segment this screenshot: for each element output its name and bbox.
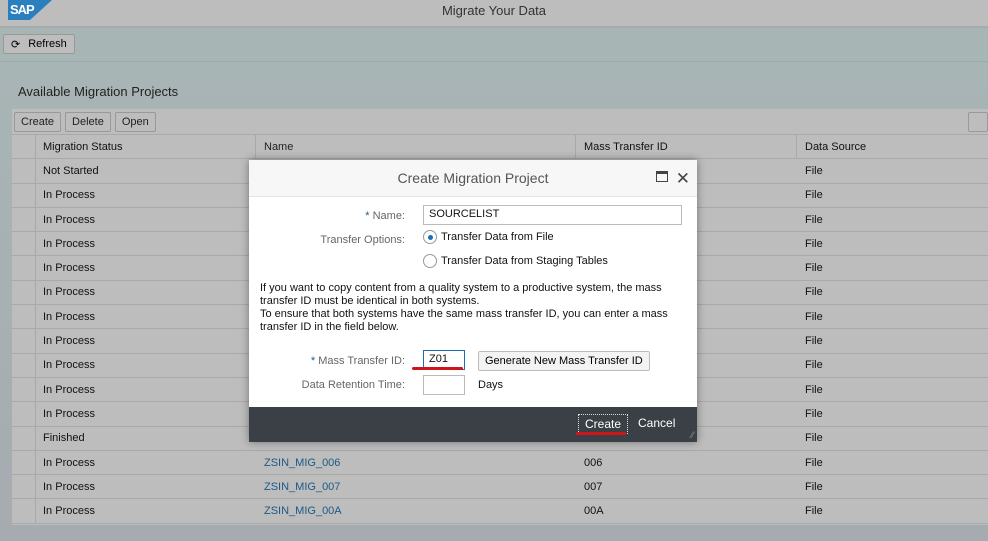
name-link[interactable]: ZSIN_MIG_006 [256,451,576,474]
shell-bar: SAP Migrate Your Data [0,0,988,27]
app-title: Migrate Your Data [441,3,547,18]
data-source-cell: File [805,456,823,469]
row-selector[interactable] [12,377,36,402]
row-selector[interactable] [12,450,36,475]
row-selector[interactable] [12,329,36,353]
row-selector[interactable] [12,499,36,523]
data-source-cell: File [805,432,823,445]
transfer-options-label: Transfer Options: [320,234,405,246]
generate-mass-transfer-id-button[interactable]: Generate New Mass Transfer ID [478,351,650,371]
row-selector[interactable] [12,475,36,499]
col-mass-transfer-id[interactable]: Mass Transfer ID [576,135,797,159]
radio-transfer-staging[interactable]: Transfer Data from Staging Tables [423,254,608,268]
row-selector[interactable] [12,159,36,183]
dialog-cancel-button[interactable]: Cancel [638,416,675,430]
data-source-cell: File [805,164,823,177]
status-cell: In Process [43,335,95,348]
data-source-cell: File [805,213,823,226]
retention-input[interactable] [423,375,465,395]
mass-transfer-id-cell: 00A [584,505,604,518]
status-cell: Not Started [43,164,99,177]
dialog-header: Create Migration Project ✕ [249,160,697,197]
status-cell: In Process [43,359,95,372]
status-cell: In Process [43,407,95,420]
annotation-underline [576,432,626,435]
row-selector[interactable] [12,256,36,280]
radio-transfer-file[interactable]: Transfer Data from File [423,230,554,244]
days-label: Days [478,379,504,391]
data-source-cell: File [805,383,823,396]
row-selector[interactable] [12,426,36,450]
create-button[interactable]: Create [14,112,62,132]
delete-button[interactable]: Delete [65,112,111,132]
resize-handle[interactable]: ⁄⁄ [691,430,694,440]
info-text: If you want to copy content from a quali… [260,282,668,333]
open-button[interactable]: Open [114,112,156,132]
status-cell: In Process [43,213,95,226]
table-row[interactable]: In Process ZSIN_MIG_006 006 File [12,450,988,476]
table-toolbar: Create Delete Open [12,109,988,135]
page-title: Available Migration Projects [18,84,179,99]
data-source-cell: File [805,262,823,275]
dialog-footer: Create Cancel ⁄⁄ [249,407,697,442]
radio-checked-icon [423,230,437,244]
row-selector[interactable] [12,207,36,232]
annotation-underline [412,367,463,370]
create-migration-project-dialog: Create Migration Project ✕ * Name: SOURC… [249,160,697,442]
data-source-cell: File [805,237,823,250]
row-selector[interactable] [12,402,36,426]
name-input[interactable]: SOURCELIST [423,205,682,225]
name-link[interactable]: ZSIN_MIG_00A [256,499,576,522]
status-cell: In Process [43,262,95,275]
data-source-cell: File [805,310,823,323]
status-cell: In Process [43,480,95,493]
data-source-cell: File [805,335,823,348]
page-toolbar: ⟳ Refresh [0,28,988,62]
mass-transfer-id-label: Mass Transfer ID: [318,355,405,367]
name-link[interactable]: ZSIN_MIG_007 [256,475,576,498]
retention-label: Data Retention Time: [301,379,405,391]
dialog-title: Create Migration Project [397,170,549,186]
status-cell: In Process [43,189,95,202]
status-cell: In Process [43,505,95,518]
col-name[interactable]: Name [256,135,576,159]
dialog-create-button[interactable]: Create [578,414,629,434]
data-source-cell: File [805,286,823,299]
status-cell: In Process [43,456,95,469]
status-cell: In Process [43,383,95,396]
row-selector[interactable] [12,183,36,207]
search-icon[interactable] [968,112,988,132]
radio-unchecked-icon [423,254,437,268]
table-header: Migration Status Name Mass Transfer ID D… [12,135,988,160]
data-source-cell: File [805,505,823,518]
table-row[interactable]: In Process ZSIN_MIG_00A 00A File [12,499,988,524]
data-source-cell: File [805,407,823,420]
row-selector[interactable] [12,305,36,329]
select-all[interactable] [12,135,36,159]
col-data-source[interactable]: Data Source [797,141,866,153]
table-row[interactable]: In Process ZSIN_MIG_007 007 File [12,475,988,500]
status-cell: Finished [43,432,85,445]
maximize-icon[interactable] [656,171,668,182]
data-source-cell: File [805,480,823,493]
data-source-cell: File [805,189,823,202]
name-label: Name: [372,210,405,222]
row-selector[interactable] [12,280,36,305]
refresh-icon: ⟳ [11,38,21,51]
row-selector[interactable] [12,232,36,256]
refresh-button[interactable]: ⟳ Refresh [3,34,75,54]
mass-transfer-id-cell: 006 [584,456,603,469]
col-status[interactable]: Migration Status [36,135,256,159]
status-cell: In Process [43,286,95,299]
mass-transfer-id-cell: 007 [584,480,603,493]
row-selector[interactable] [12,353,36,377]
status-cell: In Process [43,237,95,250]
data-source-cell: File [805,359,823,372]
close-icon[interactable]: ✕ [676,160,690,197]
status-cell: In Process [43,310,95,323]
